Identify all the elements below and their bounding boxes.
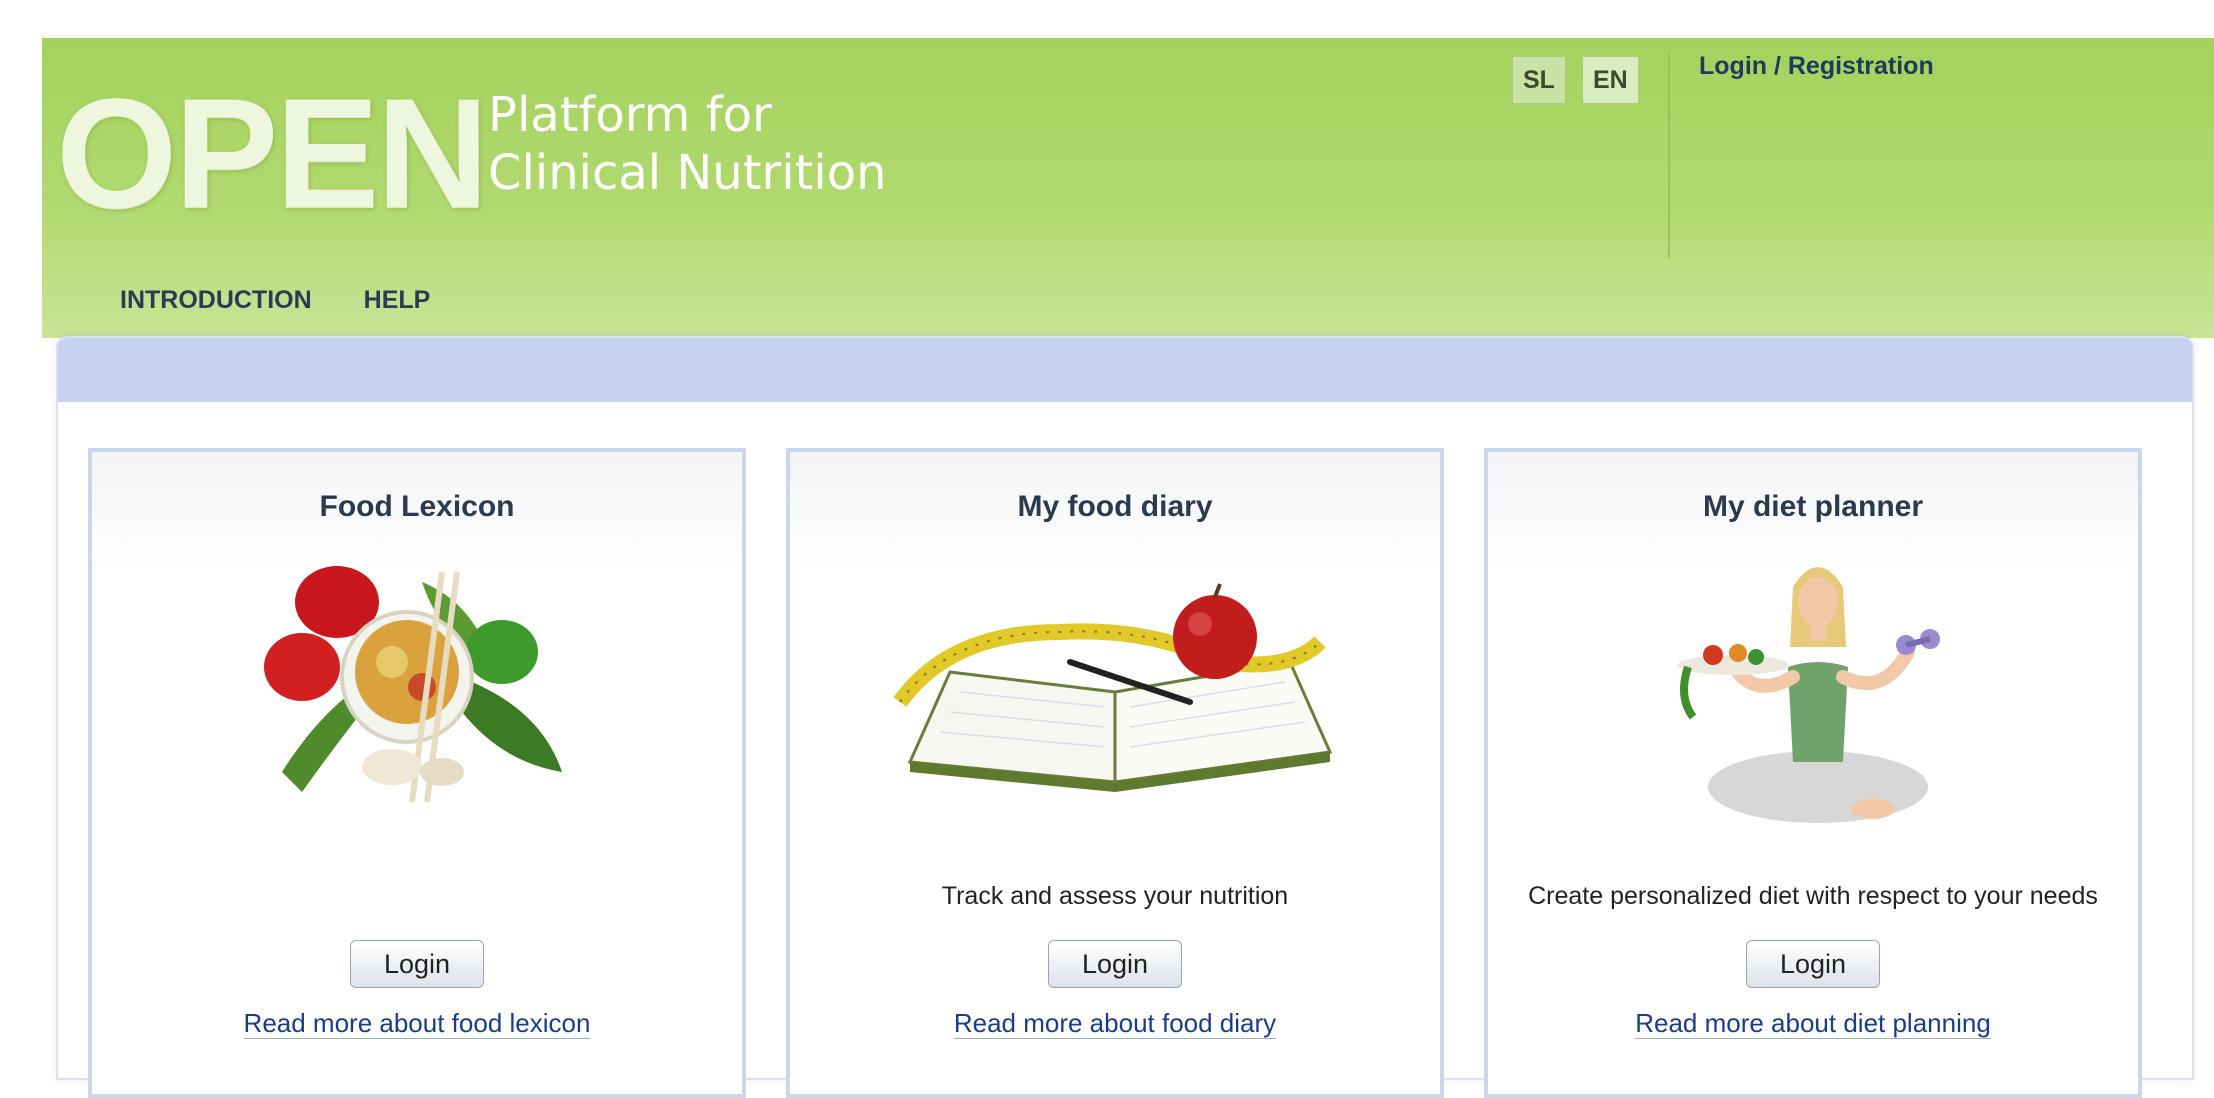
link-text[interactable]: Read more about food diary — [953, 1008, 1277, 1039]
card-description: Track and assess your nutrition — [941, 882, 1289, 910]
content-top-bar — [58, 338, 2192, 402]
card-title: My diet planner — [1702, 490, 1924, 523]
card-food-diary: My food diary Track and assess your nutr… — [786, 448, 1444, 1098]
language-sl-button[interactable]: SL — [1512, 56, 1566, 104]
open-logo[interactable]: OPEN — [56, 76, 489, 232]
logo-subtitle: Platform for Clinical Nutrition — [488, 86, 887, 202]
diet-planner-login-button[interactable]: Login — [1746, 940, 1880, 988]
card-description: Create personalized diet with respect to… — [1528, 882, 2098, 910]
food-diary-login-button[interactable]: Login — [1048, 940, 1182, 988]
nav-introduction[interactable]: INTRODUCTION — [120, 286, 312, 315]
card-title: Food Lexicon — [319, 490, 515, 523]
card-food-lexicon: Food Lexicon Login Read more about food … — [88, 448, 746, 1098]
main-content: Food Lexicon Login Read more about food … — [56, 336, 2194, 1098]
vegetables-bowl-image — [264, 566, 562, 803]
link-text[interactable]: Read more about food lexicon — [243, 1008, 591, 1039]
language-en-button[interactable]: EN — [1582, 56, 1639, 104]
site-header: OPEN Platform for Clinical Nutrition SL … — [42, 38, 2214, 338]
logo-subtitle-line2: Clinical Nutrition — [488, 145, 887, 201]
read-more-food-diary-link[interactable]: Read more about food diary — [790, 1008, 1440, 1039]
header-divider — [1668, 52, 1670, 258]
read-more-food-lexicon-link[interactable]: Read more about food lexicon — [92, 1008, 742, 1039]
card-diet-planner: My diet planner Create personalized diet… — [1484, 448, 2142, 1098]
woman-diet-image — [1678, 567, 1940, 823]
read-more-diet-planning-link[interactable]: Read more about diet planning — [1488, 1008, 2138, 1039]
card-title: My food diary — [1017, 490, 1213, 523]
food-lexicon-login-button[interactable]: Login — [350, 940, 484, 988]
main-nav: INTRODUCTION HELP — [120, 286, 430, 315]
link-text[interactable]: Read more about diet planning — [1635, 1008, 1991, 1039]
login-registration-link[interactable]: Login / Registration — [1699, 52, 1934, 81]
diary-apple-tape-image — [893, 583, 1333, 792]
logo-subtitle-line1: Platform for — [488, 87, 772, 143]
nav-help[interactable]: HELP — [364, 286, 431, 315]
